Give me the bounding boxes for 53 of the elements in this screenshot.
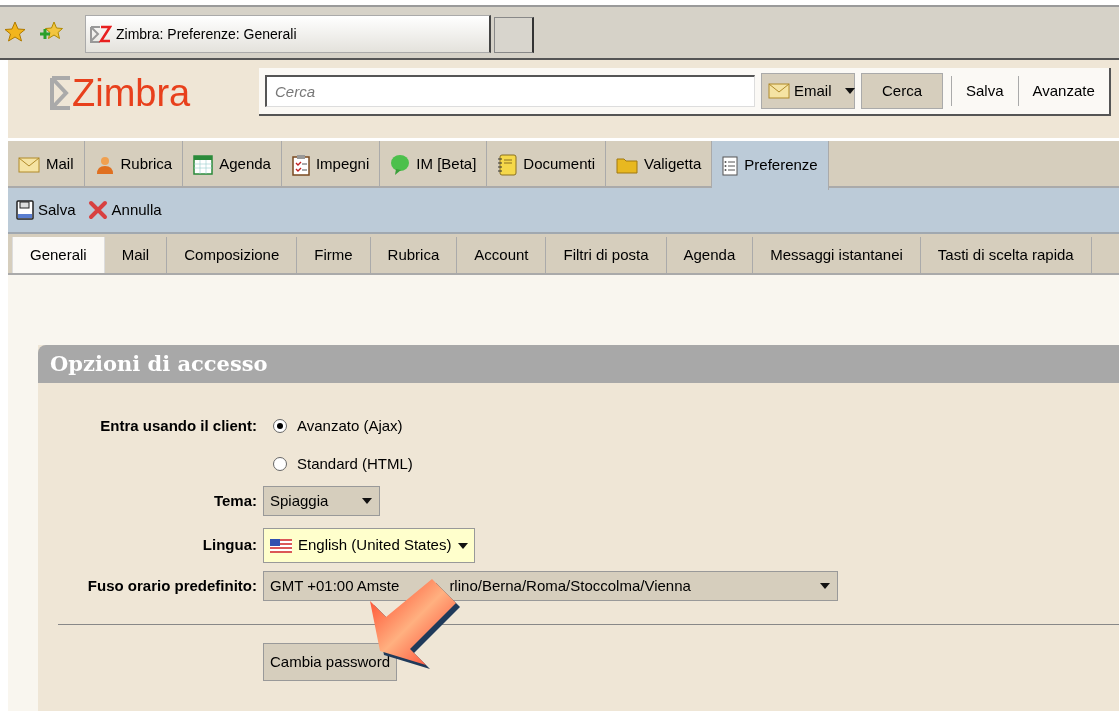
radio-button[interactable] [273,419,287,433]
flag-icon [270,538,292,553]
preferences-tab[interactable]: Tasti di scelta rapida [920,237,1092,273]
preferences-tab[interactable]: Account [457,237,547,273]
browser-tab[interactable]: Zimbra: Preferenze: Generali [85,15,491,53]
toolbar-button[interactable]: Annulla [87,198,162,222]
radio-button[interactable] [273,457,287,471]
section-title: Opzioni di accesso [38,345,1119,383]
caret-icon [457,541,470,550]
preferences-tab[interactable]: Agenda [666,237,754,273]
folder-icon [616,155,639,174]
caret-icon [819,582,831,590]
radio-option[interactable]: Standard (HTML) [273,452,413,476]
new-tab-button[interactable] [494,17,534,53]
field-label: Entra usando il client: [100,416,257,434]
preferences-tab[interactable]: Firme [297,237,371,273]
preferences-tab[interactable]: Messaggi istantanei [753,237,921,273]
search-field[interactable]: Cerca [265,75,755,107]
caret-icon [843,87,856,95]
app-tab[interactable]: Preferenze [712,141,829,190]
preferences-tab[interactable]: Composizione [167,237,298,273]
zimbra-favicon-icon [90,24,112,44]
list-icon [722,155,739,176]
preferences-tab[interactable]: Rubrica [370,237,458,273]
header-link[interactable]: Avanzate [1026,79,1101,103]
search-type-dropdown[interactable]: Email [761,73,855,109]
header-link[interactable]: Salva [960,79,1010,103]
cancel-icon [87,200,108,220]
field-label: Lingua: [202,536,257,554]
language-dropdown[interactable]: English (United States) [263,528,475,563]
envelope-icon [18,156,40,173]
envelope-icon [768,83,790,99]
search-button[interactable]: Cerca [861,73,943,109]
preferences-tab[interactable]: Generali [12,237,105,273]
field-label: Tema: [213,491,257,509]
speech-bubble-icon [390,153,411,176]
change-password-button[interactable]: Cambia password [263,643,398,681]
logo-text: Zimbra [72,74,191,112]
timezone-dropdown[interactable]: GMT +01:00 Amste rlino/Berna/Roma/Stoccolma/Vienna [263,571,838,601]
clipboard-icon [291,153,310,176]
envelope-logo-icon [50,76,72,110]
calendar-icon [193,154,214,175]
caret-icon [361,497,373,505]
preferences-tab[interactable]: Mail [104,237,168,273]
theme-dropdown[interactable]: Spiaggia [263,486,380,516]
star-icon [4,21,26,43]
radio-option[interactable]: Avanzato (Ajax) [273,414,403,438]
field-label: Fuso orario predefinito: [87,576,257,594]
notebook-icon [497,153,518,176]
person-icon [94,154,115,175]
preferences-tab[interactable]: Filtri di posta [546,237,667,273]
save-icon [16,200,34,220]
toolbar-button[interactable]: Salva [16,198,76,222]
